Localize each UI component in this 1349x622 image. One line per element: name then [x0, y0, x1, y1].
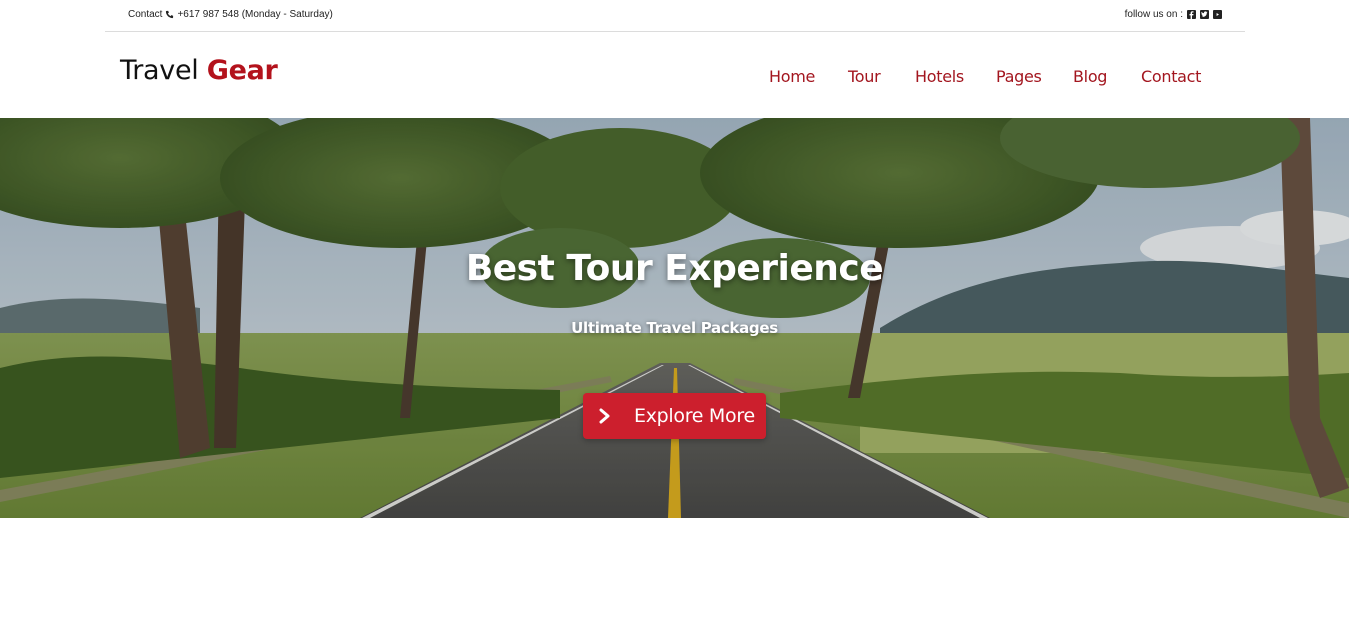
logo-gear: Gear	[206, 55, 278, 86]
hero-banner: Best Tour Experience Ultimate Travel Pac…	[0, 118, 1349, 518]
facebook-icon[interactable]	[1187, 10, 1196, 19]
explore-more-label: Explore More	[634, 405, 755, 427]
hero-subtitle: Ultimate Travel Packages	[571, 319, 778, 337]
follow-label: follow us on :	[1124, 9, 1183, 20]
phone-icon	[166, 10, 174, 19]
nav-tour[interactable]: Tour	[848, 66, 881, 88]
contact-phone: +617 987 548 (Monday - Saturday)	[177, 9, 333, 20]
chevron-right-icon	[599, 408, 610, 424]
explore-more-button[interactable]: Explore More	[583, 393, 766, 439]
hero-overlay	[0, 118, 1349, 518]
site-logo[interactable]: Travel Gear	[120, 55, 278, 87]
contact-label: Contact	[128, 9, 163, 20]
nav-pages[interactable]: Pages	[996, 66, 1042, 88]
hero-title: Best Tour Experience	[465, 248, 884, 289]
nav-contact[interactable]: Contact	[1141, 66, 1201, 88]
top-bar: Contact +617 987 548 (Monday - Saturday)…	[105, 0, 1245, 32]
contact-info: Contact +617 987 548 (Monday - Saturday)	[128, 9, 333, 20]
social-links: follow us on :	[1125, 9, 1222, 20]
youtube-icon[interactable]	[1213, 10, 1222, 19]
logo-travel: Travel	[120, 55, 199, 86]
twitter-icon[interactable]	[1200, 10, 1209, 19]
nav-hotels[interactable]: Hotels	[915, 66, 964, 88]
nav-blog[interactable]: Blog	[1073, 66, 1107, 88]
nav-home[interactable]: Home	[769, 66, 815, 88]
